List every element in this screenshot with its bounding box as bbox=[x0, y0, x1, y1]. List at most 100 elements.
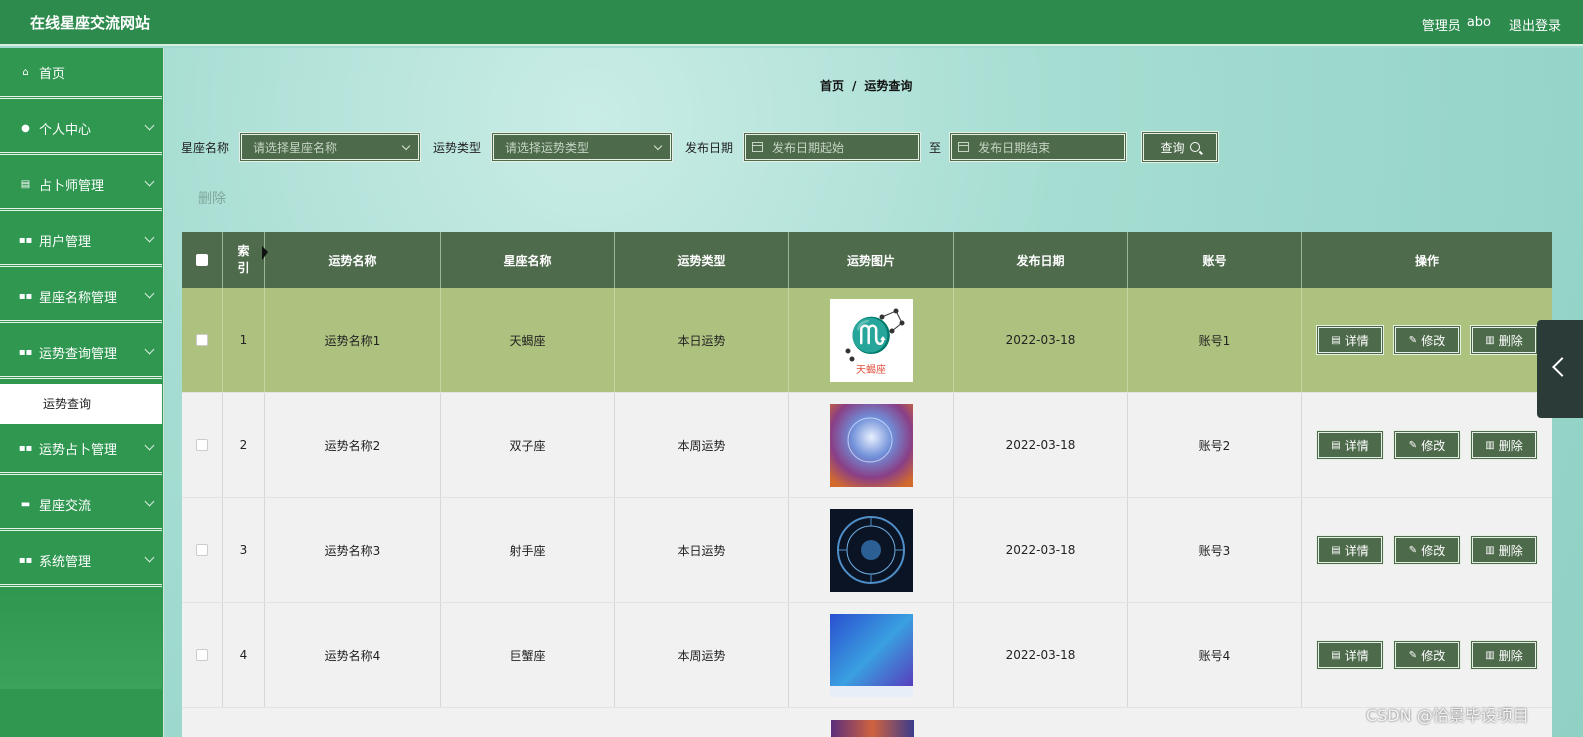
delete-button[interactable]: ▥ 删除 bbox=[1470, 430, 1538, 460]
edit-button-label: 修改 bbox=[1421, 648, 1446, 663]
detail-button[interactable]: ▤ 详情 bbox=[1316, 430, 1384, 460]
type-select-placeholder: 请选择运势类型 bbox=[505, 140, 590, 155]
row-checkbox[interactable] bbox=[196, 544, 208, 556]
date-end-input[interactable]: 发布日期结束 bbox=[949, 132, 1128, 162]
detail-button[interactable]: ▤ 详情 bbox=[1316, 535, 1384, 565]
sidebar-item-personal-center[interactable]: ● 个人中心 bbox=[0, 104, 162, 155]
sidebar-item-home[interactable]: ⌂ 首页 bbox=[0, 48, 162, 99]
search-bar: 星座名称 请选择星座名称 运势类型 请选择运势类型 发布日期 发布日期起始 至 … bbox=[181, 131, 1220, 163]
type-label: 运势类型 bbox=[433, 140, 482, 155]
row-select[interactable] bbox=[182, 288, 223, 392]
row-date: 2022-03-18 bbox=[954, 498, 1128, 602]
chevron-down-icon bbox=[144, 288, 155, 299]
side-collapse-tab[interactable] bbox=[1537, 320, 1583, 418]
gemini-image[interactable] bbox=[829, 403, 913, 487]
row-zodiac: 天蝎座 bbox=[441, 288, 615, 392]
table-row[interactable]: 1 运势名称1 天蝎座 本日运势 ♏ 天蝎座 2022-03-18 账号1 ▤ … bbox=[182, 288, 1552, 393]
sidebar-item-label: 用户管理 bbox=[39, 234, 92, 250]
delete-button-label: 删除 bbox=[1498, 333, 1523, 348]
logout-link[interactable]: 退出登录 bbox=[1509, 15, 1561, 34]
trash-icon: ▥ bbox=[1485, 544, 1495, 556]
calendar-icon bbox=[752, 142, 764, 152]
grid-icon: ▪▪ bbox=[18, 346, 33, 358]
sidebar-item-diviner-management[interactable]: ▤ 占卜师管理 bbox=[0, 160, 162, 211]
scorpio-image[interactable]: ♏ 天蝎座 bbox=[829, 298, 913, 382]
row-select[interactable] bbox=[182, 393, 223, 497]
edit-button[interactable]: ✎ 修改 bbox=[1393, 640, 1461, 670]
edit-button-label: 修改 bbox=[1421, 438, 1446, 453]
select-all-checkbox[interactable] bbox=[196, 254, 208, 266]
row-index: 4 bbox=[223, 603, 265, 707]
sagittarius-image[interactable] bbox=[829, 508, 913, 592]
chevron-left-icon bbox=[1552, 357, 1572, 377]
edit-button[interactable]: ✎ 修改 bbox=[1393, 535, 1461, 565]
sidebar-item-label: 首页 bbox=[39, 66, 66, 82]
table-row[interactable]: 3 运势名称3 射手座 本日运势 2022-03-18 账号3 ▤ 详情 ✎ 修… bbox=[182, 498, 1552, 603]
user-role: 管理员 bbox=[1421, 19, 1461, 34]
chevron-down-icon bbox=[144, 552, 155, 563]
sidebar-item-zodiac-name-management[interactable]: ▪▪ 星座名称管理 bbox=[0, 272, 162, 323]
date-label: 发布日期 bbox=[685, 140, 734, 155]
header-index-line1: 索 bbox=[237, 244, 250, 258]
mouse-cursor-icon bbox=[262, 246, 268, 260]
grid-icon: ▪▪ bbox=[18, 554, 33, 566]
row-checkbox[interactable] bbox=[196, 649, 208, 661]
row-checkbox[interactable] bbox=[196, 334, 208, 346]
header-select-all[interactable] bbox=[182, 232, 223, 288]
sidebar-item-fortune-divination-management[interactable]: ▪▪ 运势占卜管理 bbox=[0, 424, 162, 475]
detail-button[interactable]: ▤ 详情 bbox=[1316, 640, 1384, 670]
document-icon: ▤ bbox=[1331, 439, 1341, 451]
zodiac-select[interactable]: 请选择星座名称 bbox=[239, 132, 422, 162]
row-account: 账号3 bbox=[1128, 498, 1302, 602]
row-select[interactable] bbox=[182, 498, 223, 602]
chevron-down-icon bbox=[144, 120, 155, 131]
row-image-cell: ♏ 天蝎座 bbox=[789, 288, 954, 392]
delete-button-label: 删除 bbox=[1498, 543, 1523, 558]
header-user-area: 管理员 abo 退出登录 bbox=[1422, 15, 1561, 34]
edit-button-label: 修改 bbox=[1421, 333, 1446, 348]
row-image-cell bbox=[789, 498, 954, 602]
row-type: 本周运势 bbox=[615, 603, 789, 707]
row-name: 运势名称2 bbox=[265, 393, 441, 497]
sidebar-subitem-fortune-query[interactable]: 运势查询 bbox=[0, 384, 162, 424]
table-header: 索引 运势名称 星座名称 运势类型 运势图片 发布日期 账号 操作 bbox=[182, 232, 1552, 288]
delete-button[interactable]: ▥ 删除 bbox=[1470, 640, 1538, 670]
table-row[interactable]: 2 运势名称2 双子座 本周运势 2022-03-18 账号2 ▤ 详情 ✎ 修改 … bbox=[182, 393, 1552, 498]
chevron-down-icon bbox=[653, 141, 663, 151]
sidebar-item-label: 星座名称管理 bbox=[39, 290, 118, 306]
date-start-input[interactable]: 发布日期起始 bbox=[743, 132, 922, 162]
sidebar-item-system-management[interactable]: ▪▪ 系统管理 bbox=[0, 536, 162, 587]
sidebar-item-label: 运势占卜管理 bbox=[39, 442, 118, 458]
row-account: 账号2 bbox=[1128, 393, 1302, 497]
site-title: 在线星座交流网站 bbox=[30, 14, 151, 32]
row-select[interactable] bbox=[182, 603, 223, 707]
detail-button-label: 详情 bbox=[1344, 333, 1369, 348]
header-image: 运势图片 bbox=[789, 232, 954, 288]
sidebar-item-label: 个人中心 bbox=[39, 122, 92, 138]
query-button[interactable]: 查询 bbox=[1141, 131, 1220, 163]
sidebar-item-fortune-query-management[interactable]: ▪▪ 运势查询管理 bbox=[0, 328, 162, 379]
row-checkbox[interactable] bbox=[196, 439, 208, 451]
pencil-icon: ✎ bbox=[1408, 439, 1418, 451]
row-zodiac: 巨蟹座 bbox=[441, 603, 615, 707]
header-name: 运势名称 bbox=[265, 232, 441, 288]
fortune-type-select[interactable]: 请选择运势类型 bbox=[491, 132, 674, 162]
row-image-cell bbox=[789, 393, 954, 497]
bulk-delete-button[interactable]: 删除 bbox=[198, 188, 226, 208]
detail-button[interactable]: ▤ 详情 bbox=[1316, 325, 1384, 355]
main-content: 首页 / 运势查询 星座名称 请选择星座名称 运势类型 请选择运势类型 发布日期 发… bbox=[165, 48, 1583, 737]
sidebar-item-label: 占卜师管理 bbox=[39, 178, 105, 194]
delete-button[interactable]: ▥ 删除 bbox=[1470, 535, 1538, 565]
breadcrumb-separator: / bbox=[852, 79, 857, 93]
header-type: 运势类型 bbox=[615, 232, 789, 288]
delete-button[interactable]: ▥ 删除 bbox=[1470, 325, 1538, 355]
sidebar-item-user-management[interactable]: ▪▪ 用户管理 bbox=[0, 216, 162, 267]
edit-button[interactable]: ✎ 修改 bbox=[1393, 325, 1461, 355]
header-account: 账号 bbox=[1128, 232, 1302, 288]
cancer-image[interactable] bbox=[829, 613, 913, 697]
breadcrumb-home[interactable]: 首页 bbox=[820, 79, 844, 93]
chevron-down-icon bbox=[144, 496, 155, 507]
edit-button[interactable]: ✎ 修改 bbox=[1393, 430, 1461, 460]
table-row[interactable]: 4 运势名称4 巨蟹座 本周运势 2022-03-18 账号4 ▤ 详情 ✎ 修改 … bbox=[182, 603, 1552, 708]
sidebar-item-zodiac-exchange[interactable]: ▬ 星座交流 bbox=[0, 480, 162, 531]
